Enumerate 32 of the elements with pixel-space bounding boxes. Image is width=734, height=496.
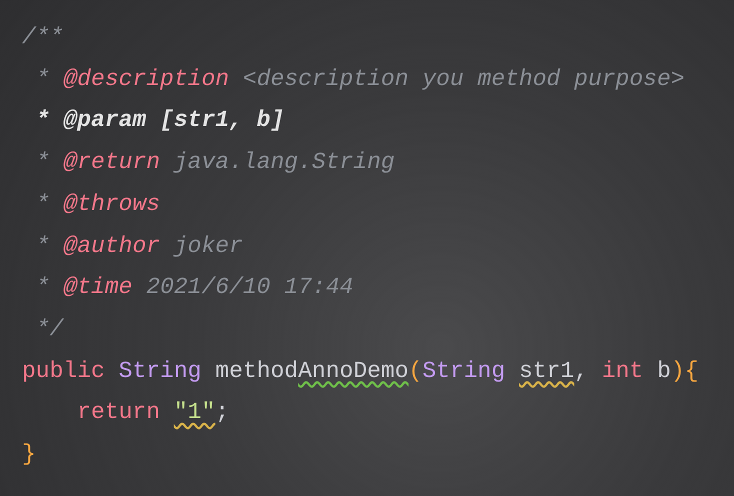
comment-text: * [36,190,50,217]
keyword: return [77,399,160,426]
parenthesis: ) [670,358,685,384]
doc-tag: @time [63,274,132,300]
comment-text: java.lang.String [174,149,395,176]
comment-text: * [36,149,50,176]
code-text: ; [215,399,230,426]
code-text: str1 [518,358,574,384]
brace: } [22,441,36,468]
type-name: String [118,358,202,384]
type-name: String [422,358,506,384]
keyword: int [602,358,644,384]
method-name: methodAnnoDemo [215,358,409,384]
comment-text: * [36,66,50,92]
comment-text: <description you method purpose> [242,66,685,92]
string-literal: "1" [174,399,216,426]
comment-text: */ [36,316,64,342]
comment-text: 2021/6/10 17:44 [146,274,354,300]
doc-tag: @description [63,66,230,92]
keyword: public [22,358,105,384]
param-doc-line: * @param [str1, b] [36,107,284,134]
parenthesis: ( [408,358,422,384]
doc-tag: @author [63,232,160,259]
brace: { [684,358,698,384]
code-text: , [574,358,588,384]
doc-tag: @return [63,149,160,176]
doc-tag: @throws [63,190,160,217]
comment-text: * [36,232,50,259]
code-text: b [657,358,671,384]
comment-text: * [36,274,50,300]
comment-text: joker [174,232,243,259]
comment-text: /** [22,24,64,50]
